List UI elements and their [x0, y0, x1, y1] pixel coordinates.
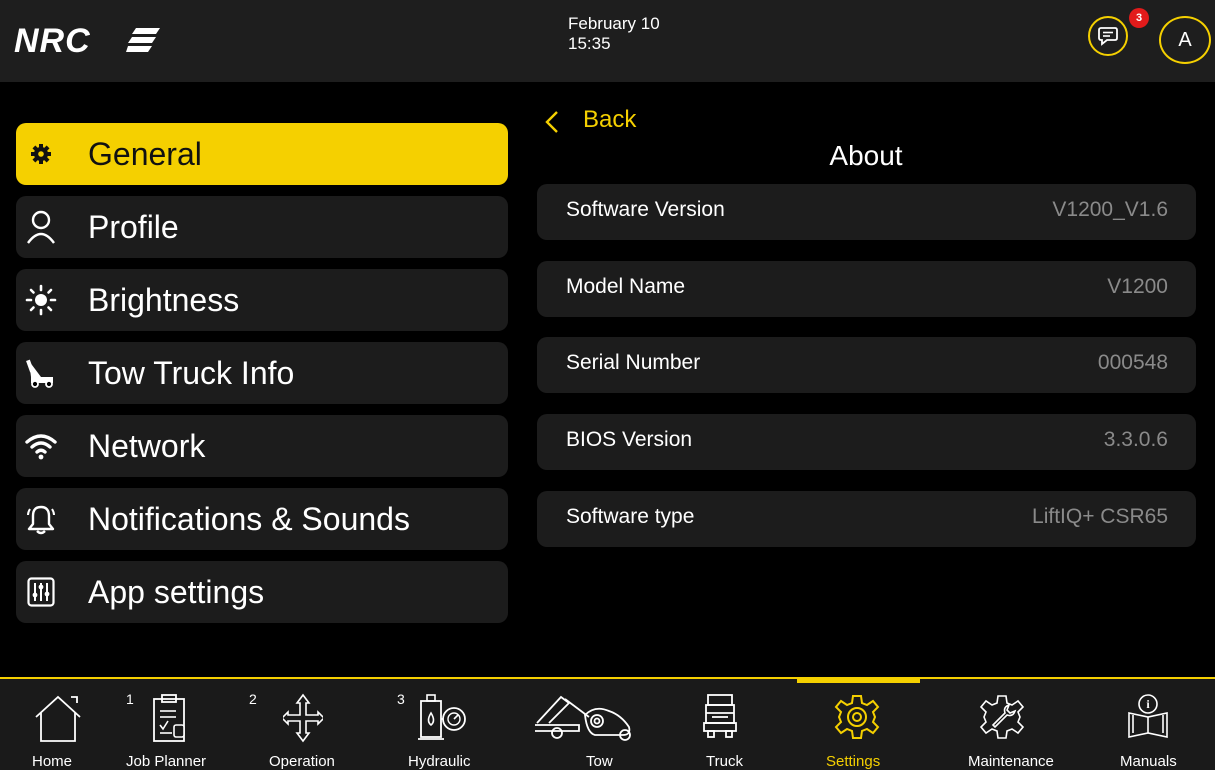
menu-item-label: Profile: [88, 209, 179, 245]
user-avatar[interactable]: A: [1159, 16, 1211, 64]
message-count-badge: 3: [1129, 8, 1149, 28]
info-value: V1200: [1107, 275, 1168, 298]
nav-operation[interactable]: 2 Operation: [245, 681, 355, 770]
nav-label: Operation: [269, 753, 335, 770]
settings-gear-icon: [833, 693, 881, 746]
svg-text:i: i: [1146, 697, 1150, 711]
nav-manuals[interactable]: i Manuals: [1115, 681, 1205, 770]
nav-maintenance[interactable]: Maintenance: [960, 681, 1070, 770]
info-row-bios-version: BIOS Version 3.3.0.6: [537, 414, 1196, 470]
nav-number: 2: [249, 691, 257, 707]
messages-button[interactable]: [1088, 16, 1128, 56]
back-label: Back: [583, 106, 637, 133]
menu-item-label: App settings: [88, 574, 265, 610]
info-row-software-type: Software type LiftIQ+ CSR65: [537, 491, 1196, 547]
top-bar: NRC February 10 15:35 3 A: [0, 0, 1215, 82]
chevron-left-icon: [545, 111, 558, 133]
menu-item-general[interactable]: General: [16, 123, 508, 185]
home-icon: [33, 693, 83, 748]
nav-hydraulic[interactable]: 3 Hydraulic: [393, 681, 493, 770]
nav-label: Maintenance: [968, 753, 1054, 770]
nav-label: Truck: [706, 753, 743, 770]
truck-icon: [702, 693, 738, 744]
date-text: February 10: [568, 14, 660, 33]
info-value: 3.3.0.6: [1103, 428, 1168, 451]
menu-item-network[interactable]: Network: [16, 415, 508, 477]
menu-item-profile[interactable]: Profile: [16, 196, 508, 258]
gear-icon: [24, 137, 58, 171]
info-value: 000548: [1097, 351, 1168, 374]
menu-item-app-settings[interactable]: App settings: [16, 561, 508, 623]
menu-item-label: Tow Truck Info: [88, 355, 295, 391]
nav-label: Settings: [826, 753, 881, 770]
logo-text: NRC: [14, 22, 91, 60]
clipboard-icon: [150, 693, 190, 748]
nav-label: Home: [32, 753, 73, 770]
info-row-software-version: Software Version V1200_V1.6: [537, 184, 1196, 240]
logo-mark-icon: [126, 28, 160, 52]
info-label: Software Version: [566, 198, 725, 221]
time-text: 15:35: [568, 34, 611, 53]
menu-item-label: General: [88, 136, 202, 172]
nav-tow[interactable]: Tow: [535, 681, 645, 770]
info-row-model-name: Model Name V1200: [537, 261, 1196, 317]
nav-job-planner[interactable]: 1 Job Planner: [120, 681, 230, 770]
nav-settings[interactable]: Settings: [815, 681, 905, 770]
nav-number: 3: [397, 691, 405, 707]
nav-label: Hydraulic: [408, 753, 471, 770]
nav-label: Job Planner: [126, 753, 207, 770]
info-value: V1200_V1.6: [1052, 198, 1168, 221]
manual-icon: i: [1125, 693, 1171, 746]
sliders-icon: [24, 575, 58, 609]
menu-item-label: Brightness: [88, 282, 240, 318]
menu-item-brightness[interactable]: Brightness: [16, 269, 508, 331]
chat-icon: [1098, 27, 1118, 46]
menu-item-tow-truck-info[interactable]: Tow Truck Info: [16, 342, 508, 404]
nav-home[interactable]: Home: [28, 681, 88, 770]
menu-item-notifications-sounds[interactable]: Notifications & Sounds: [16, 488, 508, 550]
info-label: BIOS Version: [566, 428, 693, 451]
tow-icon: [535, 693, 641, 748]
info-label: Model Name: [566, 275, 686, 298]
page-title: About: [829, 140, 903, 171]
info-row-serial-number: Serial Number 000548: [537, 337, 1196, 393]
nav-label: Tow: [586, 753, 613, 770]
wifi-icon: [24, 429, 58, 463]
sun-icon: [24, 283, 58, 317]
menu-item-label: Notifications & Sounds: [88, 501, 410, 537]
person-icon: [24, 210, 58, 244]
menu-item-label: Network: [88, 428, 206, 464]
date-time: February 10 15:35: [540, 14, 680, 54]
info-value: LiftIQ+ CSR65: [1032, 505, 1168, 528]
tow-truck-icon: [24, 356, 58, 390]
info-label: Serial Number: [566, 351, 701, 374]
brand-logo: NRC: [14, 22, 174, 62]
wrench-gear-icon: [977, 693, 1027, 746]
hydraulic-gauge-icon: [417, 693, 467, 748]
nav-number: 1: [126, 691, 134, 707]
bell-icon: [24, 502, 58, 536]
move-arrows-icon: [280, 693, 326, 748]
info-label: Software type: [566, 505, 695, 528]
nav-truck[interactable]: Truck: [690, 681, 770, 770]
nav-label: Manuals: [1120, 753, 1177, 770]
